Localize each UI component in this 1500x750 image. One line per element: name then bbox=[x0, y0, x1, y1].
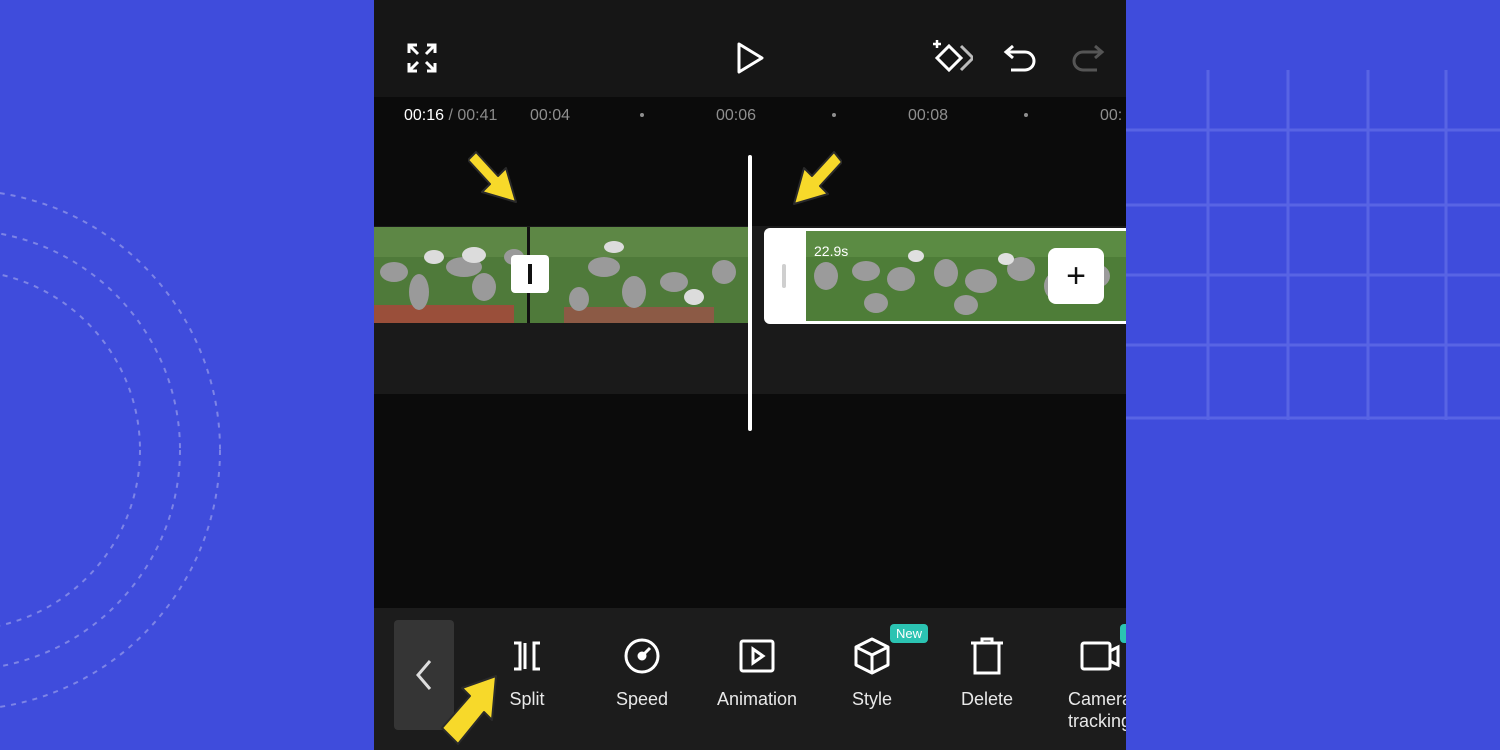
tool-label: Animation bbox=[716, 689, 798, 709]
camera-tracking-icon bbox=[1068, 634, 1126, 678]
ruler-dot bbox=[640, 113, 644, 117]
redo-icon[interactable] bbox=[1068, 38, 1108, 78]
tool-animation[interactable]: Animation bbox=[702, 634, 812, 710]
tool-speed[interactable]: Speed bbox=[587, 634, 697, 710]
ruler-tick: 00:04 bbox=[530, 107, 571, 124]
tool-label: Delete bbox=[960, 689, 1014, 709]
background-circles bbox=[0, 0, 374, 750]
playhead[interactable] bbox=[748, 155, 752, 431]
annotation-arrow-icon bbox=[793, 151, 842, 205]
chevron-left-icon bbox=[416, 660, 432, 690]
top-bar bbox=[374, 0, 1126, 97]
plus-icon: + bbox=[1066, 256, 1086, 295]
ruler-tick: 00: bbox=[1100, 107, 1123, 124]
timeline-ruler: 00:16 / 00:41 00:04 00:06 00:08 00: bbox=[374, 97, 1126, 135]
fullscreen-icon[interactable] bbox=[402, 38, 442, 78]
annotation-arrow-icon bbox=[468, 151, 517, 203]
new-badge: New bbox=[890, 624, 929, 643]
current-time: 00:16 bbox=[404, 107, 445, 124]
video-editor-screen: 00:16 / 00:41 00:04 00:06 00:08 00: 22.9… bbox=[374, 0, 1126, 750]
animation-icon bbox=[702, 634, 812, 678]
clip-thumbnails bbox=[374, 227, 750, 323]
new-badge-partial bbox=[1120, 624, 1126, 643]
background-grid bbox=[1126, 0, 1500, 750]
tool-delete[interactable]: Delete bbox=[932, 634, 1042, 710]
tool-label: Camera tracking bbox=[1068, 689, 1126, 731]
annotation-arrow-icon bbox=[441, 675, 497, 745]
delete-icon bbox=[932, 634, 1042, 678]
ruler-dot bbox=[1024, 113, 1028, 117]
speed-icon bbox=[587, 634, 697, 678]
tool-camera-tracking[interactable]: Camera tracking bbox=[1046, 634, 1126, 732]
keyframe-icon[interactable] bbox=[930, 38, 974, 78]
transition-button[interactable] bbox=[511, 255, 549, 293]
ruler-tick: 00:06 bbox=[716, 107, 757, 124]
add-clip-button[interactable]: + bbox=[1048, 248, 1104, 304]
play-icon[interactable] bbox=[730, 38, 770, 78]
ruler-dot bbox=[832, 113, 836, 117]
tool-style[interactable]: Style bbox=[817, 634, 927, 710]
ruler-tick: 00:08 bbox=[908, 107, 949, 124]
undo-icon[interactable] bbox=[1000, 38, 1040, 78]
clip-duration: 22.9s bbox=[814, 243, 849, 259]
trim-handle-left[interactable] bbox=[782, 264, 786, 288]
total-time: / 00:41 bbox=[444, 107, 498, 124]
tool-label: Style bbox=[851, 689, 893, 709]
time-display: 00:16 / 00:41 bbox=[404, 107, 497, 125]
video-clip-left[interactable] bbox=[374, 227, 750, 323]
tool-label: Speed bbox=[615, 689, 669, 709]
